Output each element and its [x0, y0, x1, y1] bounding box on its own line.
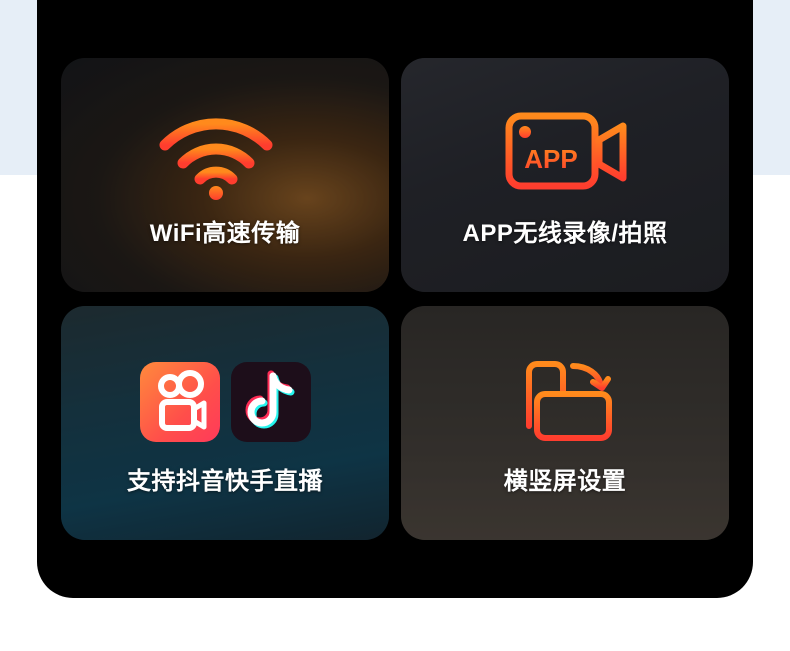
feature-card-wifi[interactable]: WiFi高速传输: [61, 58, 389, 292]
card-shade: [61, 306, 389, 540]
kuaishou-icon: [140, 362, 220, 442]
douyin-icon: [231, 362, 311, 442]
feature-card-app[interactable]: APP APP无线录像/拍照: [401, 58, 729, 292]
card-label: WiFi高速传输: [149, 220, 301, 247]
rotate-screen-icon: [526, 361, 612, 441]
svg-text:APP: APP: [524, 144, 577, 174]
feature-card-livestream[interactable]: 支持抖音快手直播: [61, 306, 389, 540]
card-label: 横竖屏设置: [503, 468, 627, 495]
video-camera-icon: APP: [505, 112, 627, 190]
card-label: 支持抖音快手直播: [127, 468, 323, 495]
feature-card-orientation[interactable]: 横竖屏设置: [401, 306, 729, 540]
wifi-icon: [159, 118, 273, 200]
card-label: APP无线录像/拍照: [462, 220, 668, 247]
